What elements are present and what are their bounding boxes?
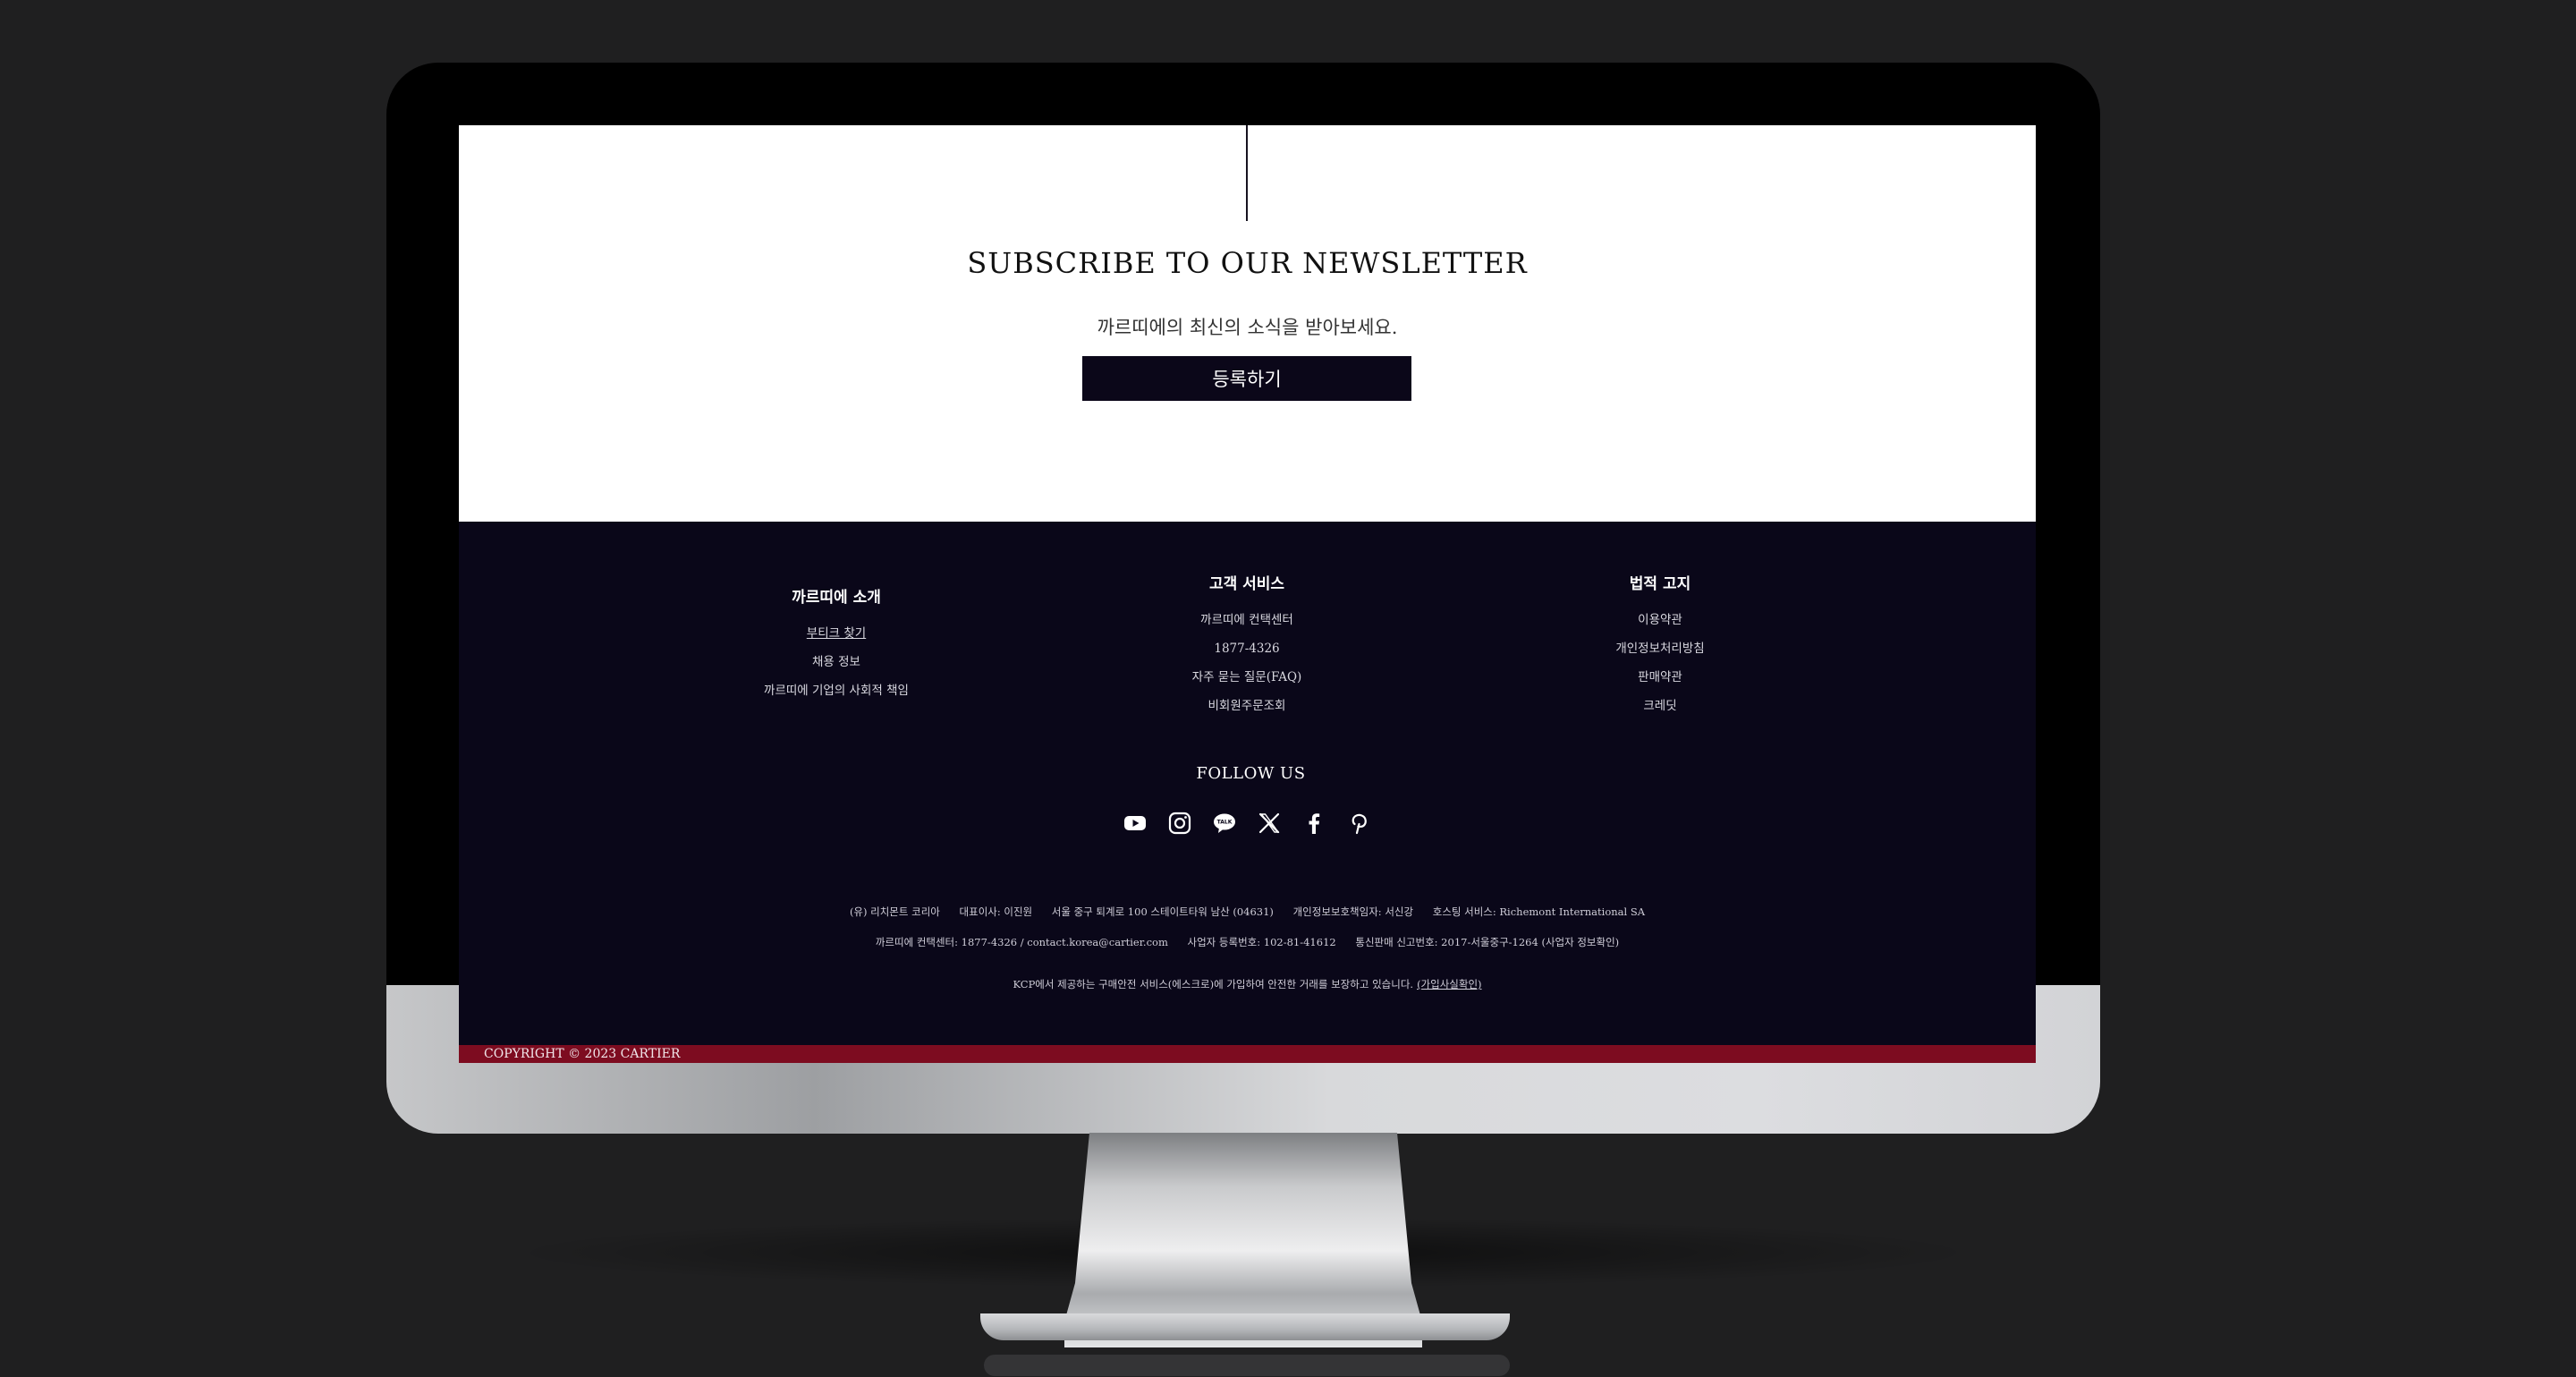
- footer-heading-legal: 법적 고지: [1629, 575, 1691, 593]
- pinterest-icon[interactable]: [1345, 810, 1372, 837]
- kakaotalk-icon[interactable]: TALK: [1211, 810, 1238, 837]
- monitor-stand-foot: [980, 1313, 1510, 1340]
- footer-link-contact-center[interactable]: 까르띠에 컨택센터: [1068, 606, 1426, 634]
- footer-link-terms[interactable]: 이용약관: [1481, 606, 1839, 634]
- company-ceo: 대표이사: 이진원: [959, 905, 1033, 918]
- business-registration: 사업자 등록번호: 102-81-41612: [1187, 936, 1336, 948]
- footer-heading-service: 고객 서비스: [1208, 575, 1285, 593]
- stand-reflection: [984, 1355, 1510, 1376]
- footer-link-faq[interactable]: 자주 묻는 질문(FAQ): [1068, 663, 1426, 692]
- company-address: 서울 중구 퇴계로 100 스테이트타워 남산 (04631): [1051, 905, 1274, 918]
- copyright-bar: COPYRIGHT © 2023 CARTIER: [459, 1045, 2036, 1063]
- newsletter-title: SUBSCRIBE TO OUR NEWSLETTER: [967, 246, 1528, 280]
- x-icon[interactable]: [1256, 810, 1283, 837]
- footer-heading-about: 까르띠에 소개: [792, 589, 881, 607]
- footer-column-legal: 법적 고지 이용약관 개인정보처리방침 판매약관 크레딧: [1481, 571, 1839, 720]
- footer-link-boutique[interactable]: 부티크 찾기: [657, 619, 1015, 648]
- footer-column-about: 까르띠에 소개 부티크 찾기 채용 정보 까르띠에 기업의 사회적 책임: [657, 584, 1015, 705]
- facebook-icon[interactable]: [1301, 810, 1327, 837]
- footer-link-careers[interactable]: 채용 정보: [657, 648, 1015, 676]
- hosting-service: 호스팅 서비스: Richemont International SA: [1432, 905, 1646, 918]
- company-info-line-2: 까르띠에 컨택센터: 1877-4326 / contact.korea@car…: [459, 935, 2036, 949]
- instagram-icon[interactable]: [1166, 810, 1193, 837]
- monitor-screen: SUBSCRIBE TO OUR NEWSLETTER 까르띠에의 최신의 소식…: [459, 125, 2036, 1063]
- vertical-divider: [1246, 125, 1248, 221]
- privacy-officer: 개인정보보호책임자: 서신강: [1292, 905, 1414, 918]
- footer-link-credits[interactable]: 크레딧: [1481, 692, 1839, 720]
- svg-text:TALK: TALK: [1217, 820, 1233, 826]
- follow-us-heading: FOLLOW US: [1196, 764, 1306, 783]
- contact-center-info: 까르띠에 컨택센터: 1877-4326 / contact.korea@car…: [875, 936, 1168, 948]
- footer-link-sales-terms[interactable]: 판매약관: [1481, 663, 1839, 692]
- subscribe-button[interactable]: 등록하기: [1082, 356, 1411, 401]
- social-links: TALK: [1122, 810, 1390, 837]
- company-info-line-1: (유) 리치몬트 코리아 대표이사: 이진원 서울 중구 퇴계로 100 스테이…: [459, 905, 2036, 919]
- company-name: (유) 리치몬트 코리아: [849, 905, 940, 918]
- mail-order-registration: 통신판매 신고번호: 2017-서울중구-1264 (사업자 정보확인): [1355, 936, 1620, 948]
- newsletter-subtitle: 까르띠에의 최신의 소식을 받아보세요.: [1097, 317, 1398, 338]
- footer-link-guest-order[interactable]: 비회원주문조회: [1068, 692, 1426, 720]
- escrow-text: KCP에서 제공하는 구매안전 서비스(에스크로)에 가입하여 안전한 거래를 …: [1013, 978, 1414, 990]
- footer-column-service: 고객 서비스 까르띠에 컨택센터 1877-4326 자주 묻는 질문(FAQ)…: [1068, 571, 1426, 720]
- copyright-text: COPYRIGHT © 2023 CARTIER: [484, 1047, 681, 1061]
- footer-link-phone[interactable]: 1877-4326: [1068, 634, 1426, 663]
- footer-link-csr[interactable]: 까르띠에 기업의 사회적 책임: [657, 676, 1015, 705]
- youtube-icon[interactable]: [1122, 810, 1148, 837]
- escrow-verify-link[interactable]: (가입사실확인): [1417, 978, 1481, 990]
- escrow-notice: KCP에서 제공하는 구매안전 서비스(에스크로)에 가입하여 안전한 거래를 …: [459, 977, 2036, 991]
- site-footer: 까르띠에 소개 부티크 찾기 채용 정보 까르띠에 기업의 사회적 책임 고객 …: [459, 522, 2036, 1063]
- footer-link-privacy[interactable]: 개인정보처리방침: [1481, 634, 1839, 663]
